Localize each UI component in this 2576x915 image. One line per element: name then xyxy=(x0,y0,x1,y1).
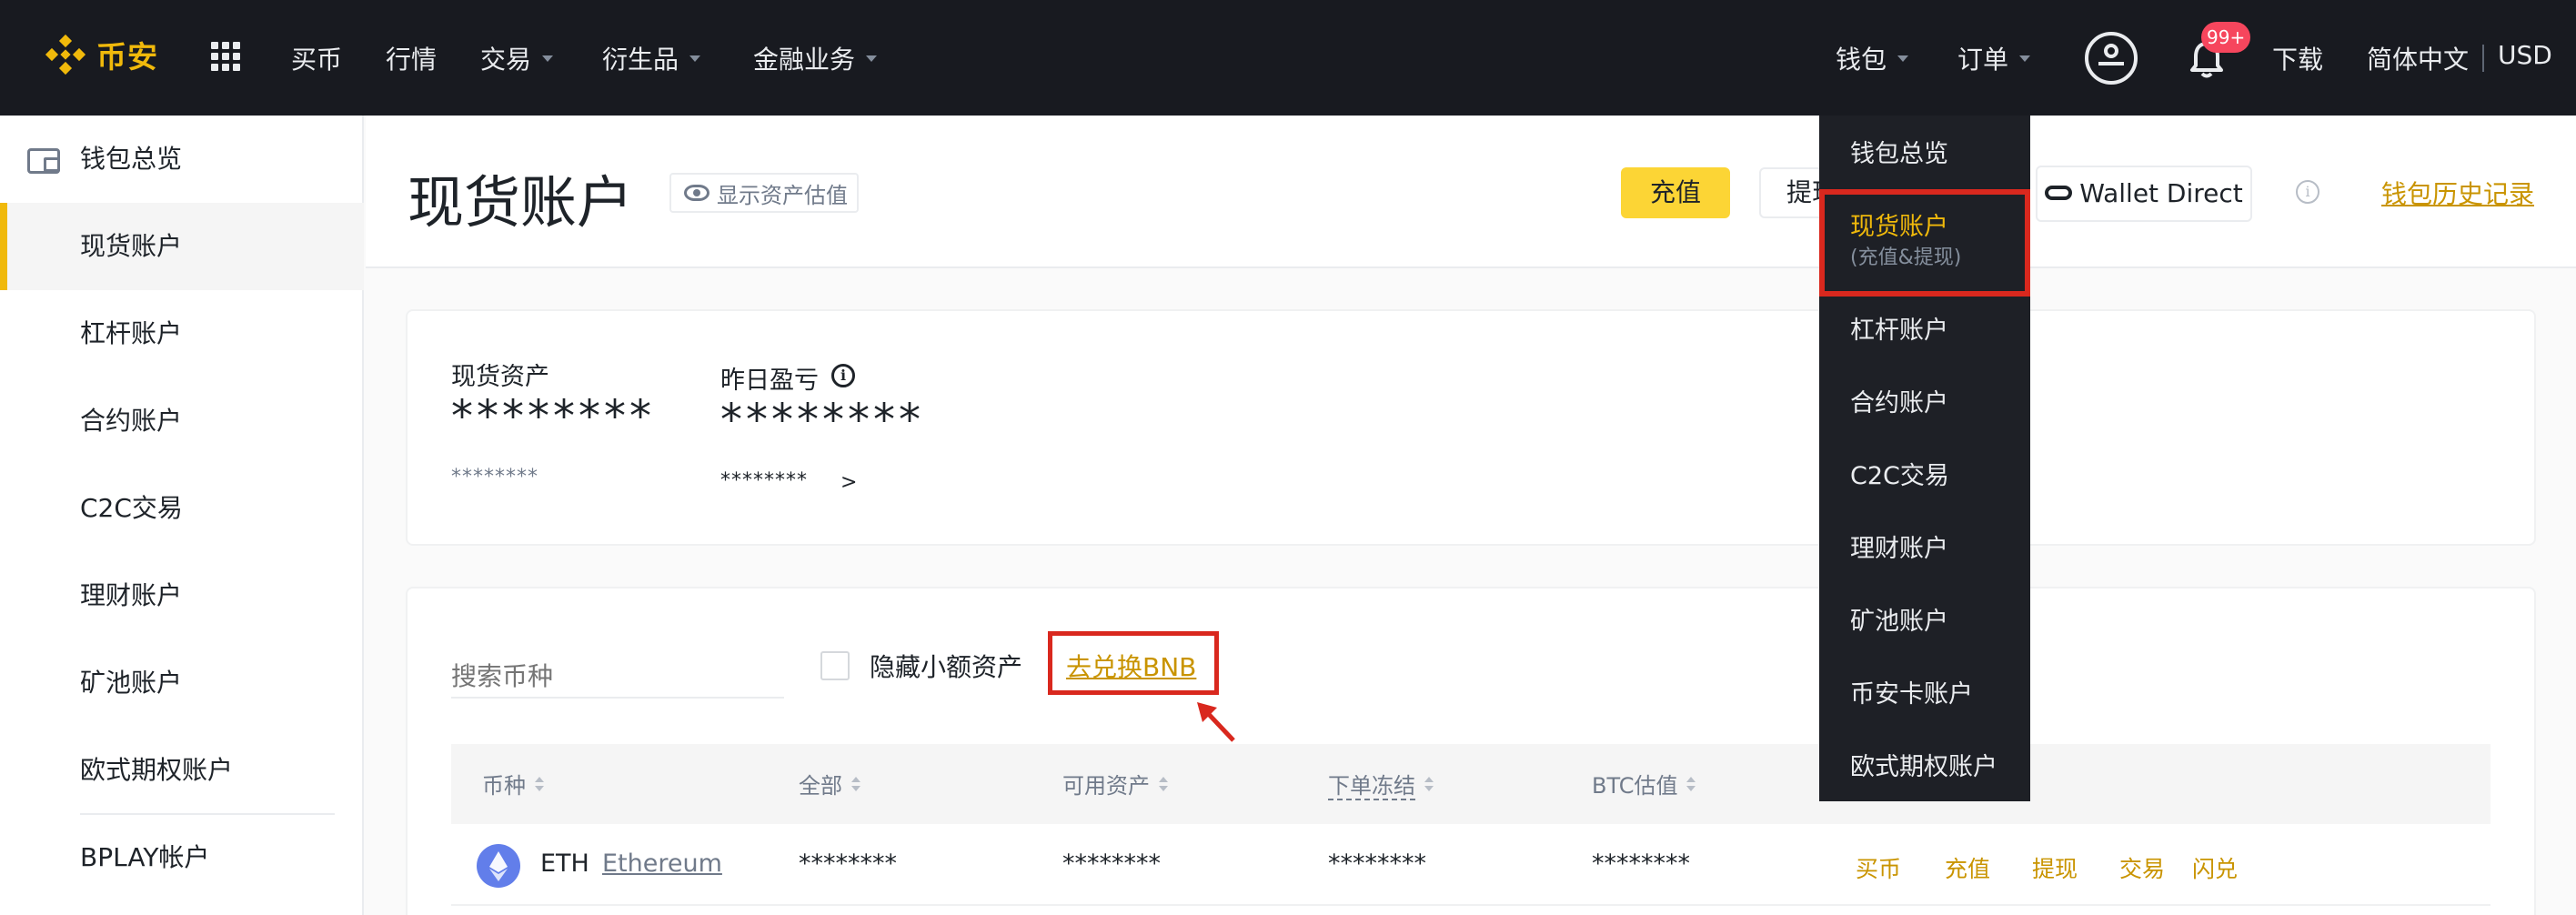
top-navbar: 币安 买币 行情 交易 衍生品 金融业务 钱包 订单 99+ 下载 简体中文 U… xyxy=(0,0,2576,116)
menu-item-c2c[interactable]: C2C交易 xyxy=(1850,456,1949,491)
chevron-down-icon xyxy=(2019,55,2031,62)
menu-item-earn[interactable]: 理财账户 xyxy=(1850,528,1948,564)
currency-selector[interactable]: USD xyxy=(2498,40,2552,70)
brand-name: 币安 xyxy=(96,39,158,75)
chevron-down-icon xyxy=(689,55,701,62)
search-coin-input[interactable] xyxy=(451,648,784,699)
sidebar-item-options[interactable]: 欧式期权账户 xyxy=(0,727,364,814)
sort-icon xyxy=(1424,777,1434,793)
spot-balance-value: ******** xyxy=(451,391,655,442)
brand-logo[interactable]: 币安 xyxy=(44,33,158,76)
hide-small-label[interactable]: 隐藏小额资产 xyxy=(870,648,1022,684)
nav-trade[interactable]: 交易 xyxy=(480,40,554,76)
ethereum-icon xyxy=(477,844,520,888)
col-btc-value[interactable]: BTC估值 xyxy=(1592,768,1696,799)
menu-item-margin[interactable]: 杠杆账户 xyxy=(1850,310,1948,346)
wallet-icon xyxy=(27,148,60,174)
action-withdraw[interactable]: 提现 xyxy=(2032,851,2078,884)
action-buy[interactable]: 买币 xyxy=(1856,851,1901,884)
col-total[interactable]: 全部 xyxy=(799,768,860,799)
sidebar-item-bplay[interactable]: BPLAY帐户 xyxy=(0,814,364,901)
info-icon[interactable]: i xyxy=(2296,180,2319,204)
nav-finance[interactable]: 金融业务 xyxy=(753,40,878,76)
sort-icon xyxy=(851,777,860,793)
sidebar-item-overview[interactable]: 钱包总览 xyxy=(0,116,364,203)
wallet-history-link[interactable]: 钱包历史记录 xyxy=(2381,175,2534,211)
sidebar-item-spot[interactable]: 现货账户 xyxy=(0,203,364,290)
sort-icon xyxy=(1159,777,1168,793)
sidebar-item-earn[interactable]: 理财账户 xyxy=(0,552,364,639)
menu-item-overview[interactable]: 钱包总览 xyxy=(1850,134,1948,169)
menu-item-card[interactable]: 币安卡账户 xyxy=(1850,674,1973,709)
table-row xyxy=(451,824,2490,906)
action-convert[interactable]: 闪兑 xyxy=(2192,851,2238,884)
coin-symbol: ETH xyxy=(540,850,589,878)
hide-small-checkbox[interactable] xyxy=(820,651,850,680)
show-estimate-toggle[interactable]: 显示资产估值 xyxy=(669,173,859,213)
sidebar-item-pool[interactable]: 矿池账户 xyxy=(0,639,364,727)
col-frozen[interactable]: 下单冻结 xyxy=(1328,768,1434,800)
chevron-down-icon xyxy=(866,55,878,62)
pnl-fiat: ******** xyxy=(720,469,808,492)
nav-buy-crypto[interactable]: 买币 xyxy=(291,40,342,76)
total-value: ******** xyxy=(799,850,897,878)
nav-markets[interactable]: 行情 xyxy=(386,40,437,76)
coin-name-link[interactable]: Ethereum xyxy=(602,850,722,878)
sidebar-item-futures[interactable]: 合约账户 xyxy=(0,377,364,465)
annotation-arrow-icon xyxy=(1197,702,1235,742)
highlight-box xyxy=(1819,189,2030,297)
nav-orders[interactable]: 订单 xyxy=(1957,40,2031,76)
spot-balance-label: 现货资产 xyxy=(451,363,549,391)
notification-badge: 99+ xyxy=(2201,22,2251,53)
eye-icon xyxy=(684,185,709,201)
action-trade[interactable]: 交易 xyxy=(2119,851,2165,884)
menu-item-pool[interactable]: 矿池账户 xyxy=(1850,601,1948,637)
highlight-box xyxy=(1048,631,1219,695)
user-avatar-icon[interactable] xyxy=(2085,32,2138,85)
binance-logo-icon xyxy=(44,33,87,76)
sidebar: 钱包总览 现货账户 杠杆账户 合约账户 C2C交易 理财账户 矿池账户 欧式期权… xyxy=(0,116,364,915)
btc-value: ******** xyxy=(1592,850,1690,878)
language-selector[interactable]: 简体中文 xyxy=(2367,40,2469,76)
frozen-value: ******** xyxy=(1328,850,1426,878)
menu-item-options[interactable]: 欧式期权账户 xyxy=(1850,747,1997,782)
info-icon[interactable]: i xyxy=(831,364,855,387)
nav-derivatives[interactable]: 衍生品 xyxy=(602,40,701,76)
pnl-label: 昨日盈亏 xyxy=(720,367,819,395)
action-deposit[interactable]: 充值 xyxy=(1945,851,1990,884)
table-header xyxy=(451,744,2490,824)
chevron-down-icon xyxy=(1897,55,1909,62)
link-icon xyxy=(2045,186,2073,200)
col-available[interactable]: 可用资产 xyxy=(1062,768,1168,799)
sidebar-item-margin[interactable]: 杠杆账户 xyxy=(0,290,364,377)
sort-icon xyxy=(535,777,544,793)
sidebar-item-c2c[interactable]: C2C交易 xyxy=(0,465,364,552)
col-coin[interactable]: 币种 xyxy=(482,768,544,799)
available-value: ******** xyxy=(1062,850,1161,878)
nav-divider xyxy=(2482,45,2484,72)
spot-balance-fiat: ******** xyxy=(451,466,538,488)
nav-wallet[interactable]: 钱包 xyxy=(1836,40,1909,76)
apps-grid-icon[interactable] xyxy=(211,42,240,71)
chevron-down-icon xyxy=(542,55,554,62)
wallet-direct-button[interactable]: Wallet Direct xyxy=(2036,166,2252,222)
deposit-button[interactable]: 充值 xyxy=(1621,167,1730,218)
nav-download[interactable]: 下载 xyxy=(2272,40,2323,76)
page-title: 现货账户 xyxy=(408,169,634,236)
sort-icon xyxy=(1686,777,1696,793)
menu-item-futures[interactable]: 合约账户 xyxy=(1850,383,1948,418)
pnl-value: ******** xyxy=(720,395,924,446)
pnl-detail-arrow[interactable]: > xyxy=(840,471,858,494)
